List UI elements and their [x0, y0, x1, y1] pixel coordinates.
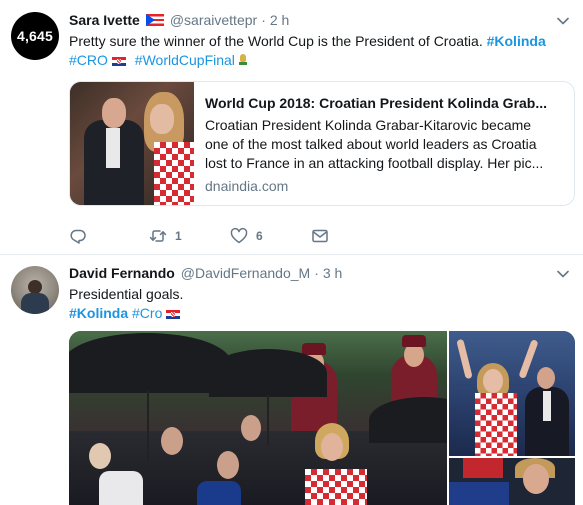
timestamp[interactable]: 3 h — [323, 265, 342, 281]
hashtag-link[interactable]: #CRO — [69, 52, 108, 68]
card-description-line: Croatian President Kolinda Grabar-Kitaro… — [205, 117, 532, 133]
avatar-text: 4,645 — [16, 28, 54, 44]
media-photo[interactable] — [449, 458, 575, 505]
tweet-text-line: Presidential goals. — [69, 286, 184, 302]
hashtag-link[interactable]: #Cro — [132, 305, 162, 321]
separator: · — [261, 12, 266, 28]
card-description-line: one of the most talked about world leade… — [205, 136, 537, 152]
like-count: 6 — [256, 229, 263, 243]
tweet-text-line: Pretty sure the winner of the World Cup … — [69, 33, 483, 49]
media-photo[interactable] — [69, 331, 447, 505]
avatar[interactable]: 4,645 — [11, 12, 59, 60]
author-handle[interactable]: @saraivettepr — [170, 12, 257, 28]
direct-message-icon — [312, 229, 328, 243]
chevron-down-icon[interactable] — [557, 268, 569, 280]
card-domain: dnaindia.com — [205, 178, 289, 194]
reply-icon — [70, 229, 86, 244]
flag-croatia-icon — [166, 310, 181, 319]
retweet-button[interactable]: 1 — [149, 226, 182, 246]
tweet-header: Sara Ivette @saraivettepr · 2 h — [69, 10, 289, 30]
tweet-header: David Fernando @DavidFernando_M · 3 h — [69, 263, 342, 283]
reply-button[interactable] — [69, 226, 95, 246]
trophy-icon — [238, 54, 247, 66]
card-description: Croatian President Kolinda Grabar-Kitaro… — [205, 116, 562, 173]
tweet-text: Pretty sure the winner of the World Cup … — [69, 32, 546, 51]
author-handle[interactable]: @DavidFernando_M — [181, 265, 310, 281]
chevron-down-icon[interactable] — [557, 15, 569, 27]
retweet-icon — [149, 230, 167, 242]
media-photo[interactable] — [449, 331, 575, 456]
avatar[interactable] — [11, 266, 59, 314]
like-button[interactable]: 6 — [230, 226, 263, 246]
card-title: World Cup 2018: Croatian President Kolin… — [205, 95, 548, 111]
like-icon — [230, 227, 248, 244]
media-grid — [69, 331, 575, 505]
direct-message-button[interactable] — [311, 226, 329, 246]
separator: · — [314, 265, 319, 281]
link-card[interactable]: World Cup 2018: Croatian President Kolin… — [69, 81, 575, 206]
hashtag-link[interactable]: #WorldCupFinal — [135, 52, 235, 68]
hashtag-link[interactable]: #Kolinda — [487, 33, 546, 49]
timestamp[interactable]: 2 h — [270, 12, 289, 28]
retweet-count: 1 — [175, 229, 182, 243]
card-body: World Cup 2018: Croatian President Kolin… — [194, 82, 574, 205]
author-name[interactable]: Sara Ivette — [69, 12, 140, 28]
card-description-line: lost to France in an attacking football … — [205, 155, 544, 171]
hashtag-link[interactable]: #Kolinda — [69, 305, 128, 321]
tweet-text-hashtags: #CRO #WorldCupFinal — [69, 51, 247, 70]
tweet-text-hashtags: #Kolinda #Cro — [69, 304, 181, 323]
tweet-text: Presidential goals. — [69, 285, 183, 304]
flag-croatia-icon — [111, 57, 126, 66]
author-name[interactable]: David Fernando — [69, 265, 175, 281]
card-image — [70, 82, 194, 205]
flag-puerto-rico-icon — [145, 14, 164, 26]
